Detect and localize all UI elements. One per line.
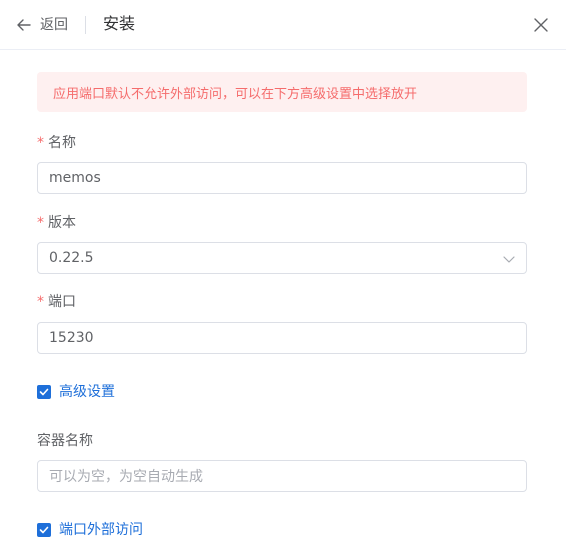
required-mark: * (37, 135, 44, 151)
container-name-label-text: 容器名称 (37, 433, 93, 449)
advanced-settings-checkbox[interactable]: 高级设置 (37, 382, 115, 402)
port-label-text: 端口 (48, 294, 76, 310)
alert-text: 应用端口默认不允许外部访问，可以在下方高级设置中选择放开 (53, 86, 418, 102)
external-access-label[interactable]: 端口外部访问 (59, 520, 143, 540)
version-value: 0.22.5 (49, 250, 94, 266)
back-arrow-icon (17, 19, 31, 31)
advanced-settings-label[interactable]: 高级设置 (59, 382, 115, 402)
back-label: 返回 (40, 17, 68, 33)
checkbox-box[interactable] (37, 523, 51, 537)
check-icon (39, 526, 49, 534)
container-name-placeholder: 可以为空，为空自动生成 (49, 469, 203, 485)
close-icon (534, 18, 548, 32)
port-value: 15230 (49, 330, 94, 346)
external-access-checkbox[interactable]: 端口外部访问 (37, 520, 143, 540)
name-label-text: 名称 (48, 135, 76, 151)
name-value: memos (49, 170, 101, 186)
port-label: * 端口 (37, 292, 76, 312)
version-select[interactable]: 0.22.5 (37, 242, 527, 274)
warning-alert: 应用端口默认不允许外部访问，可以在下方高级设置中选择放开 (37, 72, 527, 112)
header-divider (85, 16, 86, 34)
close-button[interactable] (533, 17, 549, 37)
version-label-text: 版本 (48, 215, 76, 231)
chevron-down-icon (503, 256, 515, 263)
container-name-input[interactable]: 可以为空，为空自动生成 (37, 460, 527, 492)
name-input[interactable]: memos (37, 162, 527, 194)
port-input[interactable]: 15230 (37, 322, 527, 354)
container-name-label: 容器名称 (37, 431, 93, 451)
back-button[interactable]: 返回 (16, 15, 68, 35)
page-title: 安装 (103, 14, 136, 33)
checkbox-box[interactable] (37, 385, 51, 399)
drawer-header: 返回 安装 (0, 0, 566, 50)
required-mark: * (37, 294, 44, 310)
required-mark: * (37, 215, 44, 231)
name-label: * 名称 (37, 133, 76, 153)
version-label: * 版本 (37, 213, 76, 233)
check-icon (39, 388, 49, 396)
